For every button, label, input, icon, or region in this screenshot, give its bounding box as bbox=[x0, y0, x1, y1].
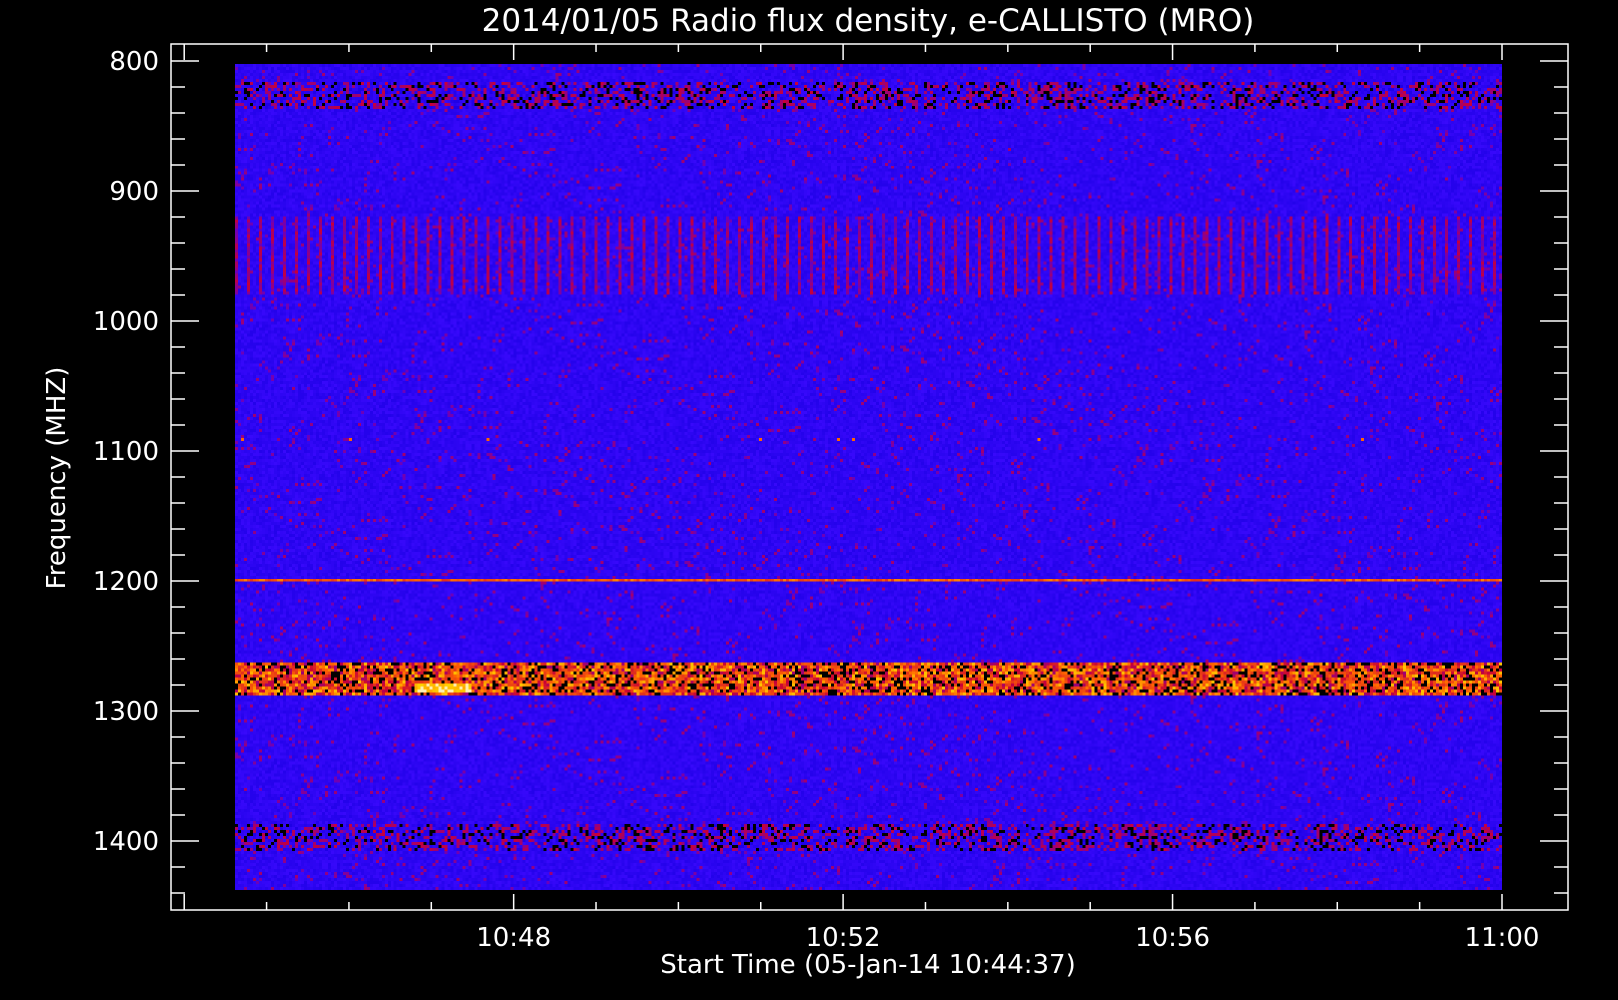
chart-title: 2014/01/05 Radio flux density, e-CALLIST… bbox=[482, 3, 1255, 39]
y-tick-label: 1300 bbox=[93, 697, 159, 727]
y-tick-label: 900 bbox=[109, 177, 159, 207]
y-tick-label: 1200 bbox=[93, 567, 159, 597]
x-tick-label: 11:00 bbox=[1465, 923, 1540, 953]
y-axis-label: Frequency (MHZ) bbox=[42, 367, 72, 590]
y-tick-label: 1400 bbox=[93, 827, 159, 857]
y-tick-label: 800 bbox=[109, 47, 159, 77]
y-tick-label: 1100 bbox=[93, 437, 159, 467]
heatmap bbox=[235, 64, 1502, 890]
y-tick-label: 1000 bbox=[93, 307, 159, 337]
spectrogram-chart: 2014/01/05 Radio flux density, e-CALLIST… bbox=[0, 0, 1618, 1000]
heatmap-image bbox=[235, 64, 1502, 890]
x-tick-label: 10:52 bbox=[806, 923, 881, 953]
x-tick-label: 10:56 bbox=[1135, 923, 1210, 953]
x-axis-label: Start Time (05-Jan-14 10:44:37) bbox=[660, 950, 1075, 980]
x-tick-label: 10:48 bbox=[476, 923, 551, 953]
